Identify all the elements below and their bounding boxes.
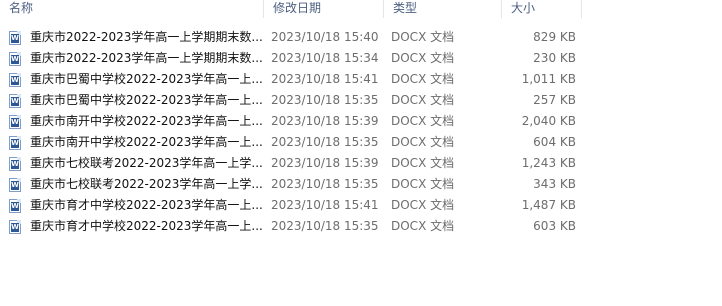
word-document-icon: W bbox=[9, 73, 21, 87]
file-row[interactable]: W 重庆市七校联考2022-2023学年高一上学... 2023/10/18 15:… bbox=[0, 153, 722, 174]
file-size: 603 KB bbox=[533, 219, 576, 233]
file-name[interactable]: 重庆市南开中学校2022-2023学年高一上... bbox=[30, 111, 262, 132]
file-row[interactable]: W 重庆市2022-2023学年高一上学期期末数... 2023/10/18 15:… bbox=[0, 27, 722, 48]
word-document-icon: W bbox=[9, 220, 21, 234]
word-document-icon: W bbox=[9, 199, 21, 213]
file-date-modified: 2023/10/18 15:41 bbox=[271, 72, 379, 86]
word-document-icon: W bbox=[9, 115, 21, 129]
file-type: DOCX 文档 bbox=[391, 114, 455, 128]
file-list: W 重庆市2022-2023学年高一上学期期末数... 2023/10/18 15:… bbox=[0, 27, 722, 237]
file-type: DOCX 文档 bbox=[391, 198, 455, 212]
file-size: 604 KB bbox=[533, 135, 576, 149]
word-document-icon: W bbox=[9, 31, 21, 45]
file-size: 343 KB bbox=[533, 177, 576, 191]
file-date-modified: 2023/10/18 15:35 bbox=[271, 135, 379, 149]
file-size: 829 KB bbox=[533, 30, 576, 44]
file-type: DOCX 文档 bbox=[391, 72, 455, 86]
column-header-size[interactable]: 大小 bbox=[502, 0, 582, 18]
file-type: DOCX 文档 bbox=[391, 93, 455, 107]
file-row[interactable]: W 重庆市巴蜀中学校2022-2023学年高一上... 2023/10/18 15:… bbox=[0, 90, 722, 111]
word-document-icon: W bbox=[9, 157, 21, 171]
column-header-name[interactable]: 名称 bbox=[0, 0, 264, 18]
file-name[interactable]: 重庆市育才中学校2022-2023学年高一上... bbox=[30, 216, 262, 237]
file-size: 1,487 KB bbox=[521, 198, 576, 212]
file-name[interactable]: 重庆市育才中学校2022-2023学年高一上... bbox=[30, 195, 262, 216]
file-name[interactable]: 重庆市南开中学校2022-2023学年高一上... bbox=[30, 132, 262, 153]
file-type: DOCX 文档 bbox=[391, 30, 455, 44]
file-date-modified: 2023/10/18 15:39 bbox=[271, 156, 379, 170]
word-document-icon: W bbox=[9, 94, 21, 108]
file-size: 1,243 KB bbox=[521, 156, 576, 170]
file-date-modified: 2023/10/18 15:41 bbox=[271, 198, 379, 212]
file-size: 257 KB bbox=[533, 93, 576, 107]
file-name[interactable]: 重庆市2022-2023学年高一上学期期末数... bbox=[30, 27, 262, 48]
word-document-icon: W bbox=[9, 52, 21, 66]
file-date-modified: 2023/10/18 15:35 bbox=[271, 177, 379, 191]
file-type: DOCX 文档 bbox=[391, 135, 455, 149]
file-name[interactable]: 重庆市2022-2023学年高一上学期期末数... bbox=[30, 48, 262, 69]
file-row[interactable]: W 重庆市南开中学校2022-2023学年高一上... 2023/10/18 15:… bbox=[0, 111, 722, 132]
file-type: DOCX 文档 bbox=[391, 51, 455, 65]
file-date-modified: 2023/10/18 15:34 bbox=[271, 51, 379, 65]
file-type: DOCX 文档 bbox=[391, 219, 455, 233]
file-type: DOCX 文档 bbox=[391, 177, 455, 191]
file-size: 1,011 KB bbox=[521, 72, 576, 86]
column-header-date-modified[interactable]: 修改日期 bbox=[264, 0, 384, 18]
column-header-bar: 名称 修改日期 类型 大小 bbox=[0, 0, 722, 18]
word-document-icon: W bbox=[9, 136, 21, 150]
file-date-modified: 2023/10/18 15:35 bbox=[271, 219, 379, 233]
file-row[interactable]: W 重庆市南开中学校2022-2023学年高一上... 2023/10/18 15:… bbox=[0, 132, 722, 153]
word-document-icon: W bbox=[9, 178, 21, 192]
file-type: DOCX 文档 bbox=[391, 156, 455, 170]
file-row[interactable]: W 重庆市育才中学校2022-2023学年高一上... 2023/10/18 15:… bbox=[0, 216, 722, 237]
file-name[interactable]: 重庆市巴蜀中学校2022-2023学年高一上... bbox=[30, 90, 262, 111]
file-date-modified: 2023/10/18 15:39 bbox=[271, 114, 379, 128]
file-name[interactable]: 重庆市七校联考2022-2023学年高一上学... bbox=[30, 153, 262, 174]
file-date-modified: 2023/10/18 15:35 bbox=[271, 93, 379, 107]
file-name[interactable]: 重庆市七校联考2022-2023学年高一上学... bbox=[30, 174, 262, 195]
file-name[interactable]: 重庆市巴蜀中学校2022-2023学年高一上... bbox=[30, 69, 262, 90]
file-date-modified: 2023/10/18 15:40 bbox=[271, 30, 379, 44]
file-row[interactable]: W 重庆市2022-2023学年高一上学期期末数... 2023/10/18 15:… bbox=[0, 48, 722, 69]
column-header-type[interactable]: 类型 bbox=[384, 0, 502, 18]
file-row[interactable]: W 重庆市巴蜀中学校2022-2023学年高一上... 2023/10/18 15:… bbox=[0, 69, 722, 90]
file-row[interactable]: W 重庆市育才中学校2022-2023学年高一上... 2023/10/18 15:… bbox=[0, 195, 722, 216]
file-row[interactable]: W 重庆市七校联考2022-2023学年高一上学... 2023/10/18 15:… bbox=[0, 174, 722, 195]
file-size: 230 KB bbox=[533, 51, 576, 65]
file-size: 2,040 KB bbox=[521, 114, 576, 128]
